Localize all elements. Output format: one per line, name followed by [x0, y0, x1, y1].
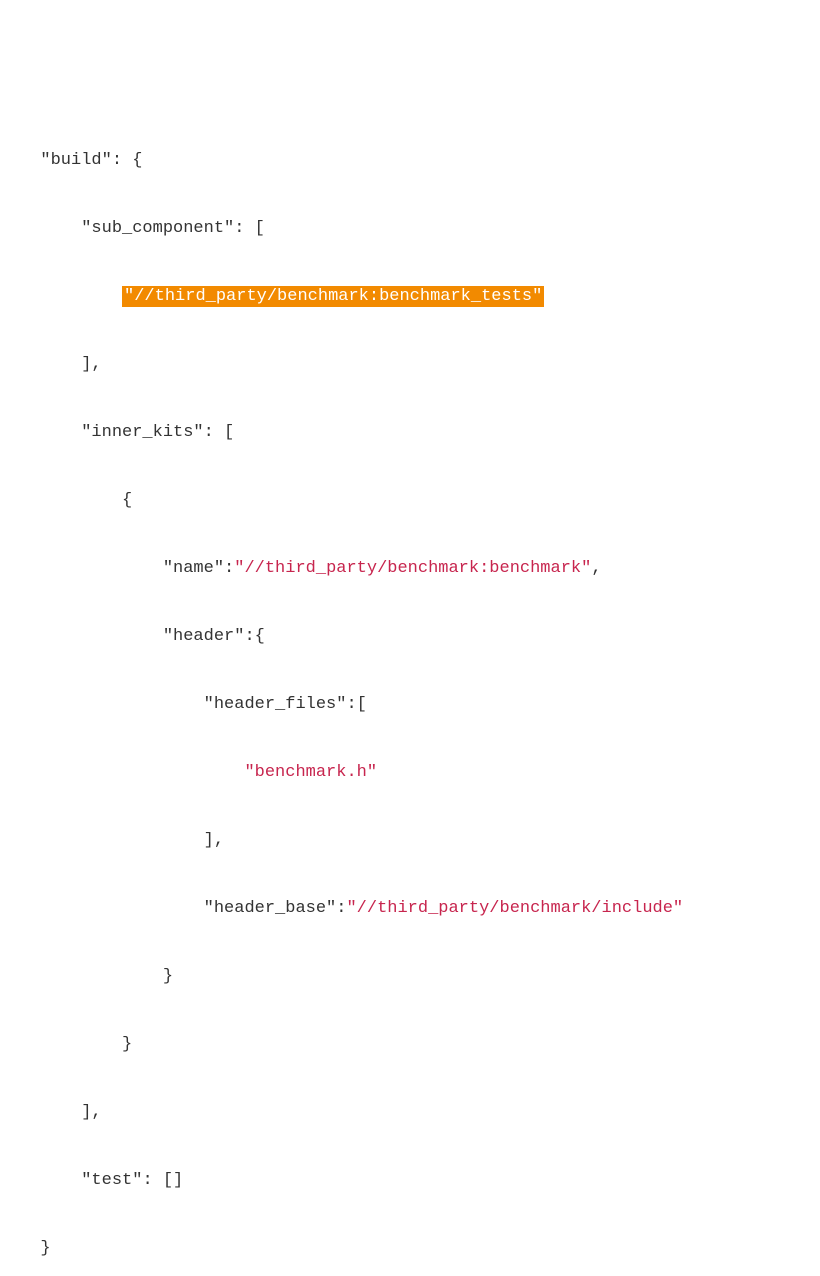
json-key: "test": [81, 1171, 142, 1190]
code-line: "header":{: [20, 620, 800, 654]
code-line: "inner_kits": [: [20, 416, 800, 450]
code-line: ],: [20, 1096, 800, 1130]
json-string: "//third_party/benchmark/include": [346, 899, 683, 918]
code-line: "build": {: [20, 144, 800, 178]
json-string: "benchmark.h": [244, 763, 377, 782]
code-line: }: [20, 960, 800, 994]
code-line: ],: [20, 824, 800, 858]
code-line: "header_base":"//third_party/benchmark/i…: [20, 892, 800, 926]
json-key: "inner_kits": [81, 423, 203, 442]
code-line: "sub_component": [: [20, 212, 800, 246]
json-key: "sub_component": [81, 219, 234, 238]
json-string: "//third_party/benchmark:benchmark": [234, 559, 591, 578]
code-line: "test": []: [20, 1164, 800, 1198]
json-key: "header": [163, 627, 245, 646]
code-line: "header_files":[: [20, 688, 800, 722]
json-key: "header_base": [204, 899, 337, 918]
code-line: }: [20, 1232, 800, 1266]
highlighted-string: "//third_party/benchmark:benchmark_tests…: [122, 286, 544, 307]
code-line: {: [20, 484, 800, 518]
code-line: "name":"//third_party/benchmark:benchmar…: [20, 552, 800, 586]
json-key: "build": [40, 151, 111, 170]
json-key: "header_files": [204, 695, 347, 714]
code-line: "benchmark.h": [20, 756, 800, 790]
code-line: ],: [20, 348, 800, 382]
code-line: "//third_party/benchmark:benchmark_tests…: [20, 280, 800, 314]
code-line: }: [20, 1028, 800, 1062]
json-key: "name": [163, 559, 224, 578]
